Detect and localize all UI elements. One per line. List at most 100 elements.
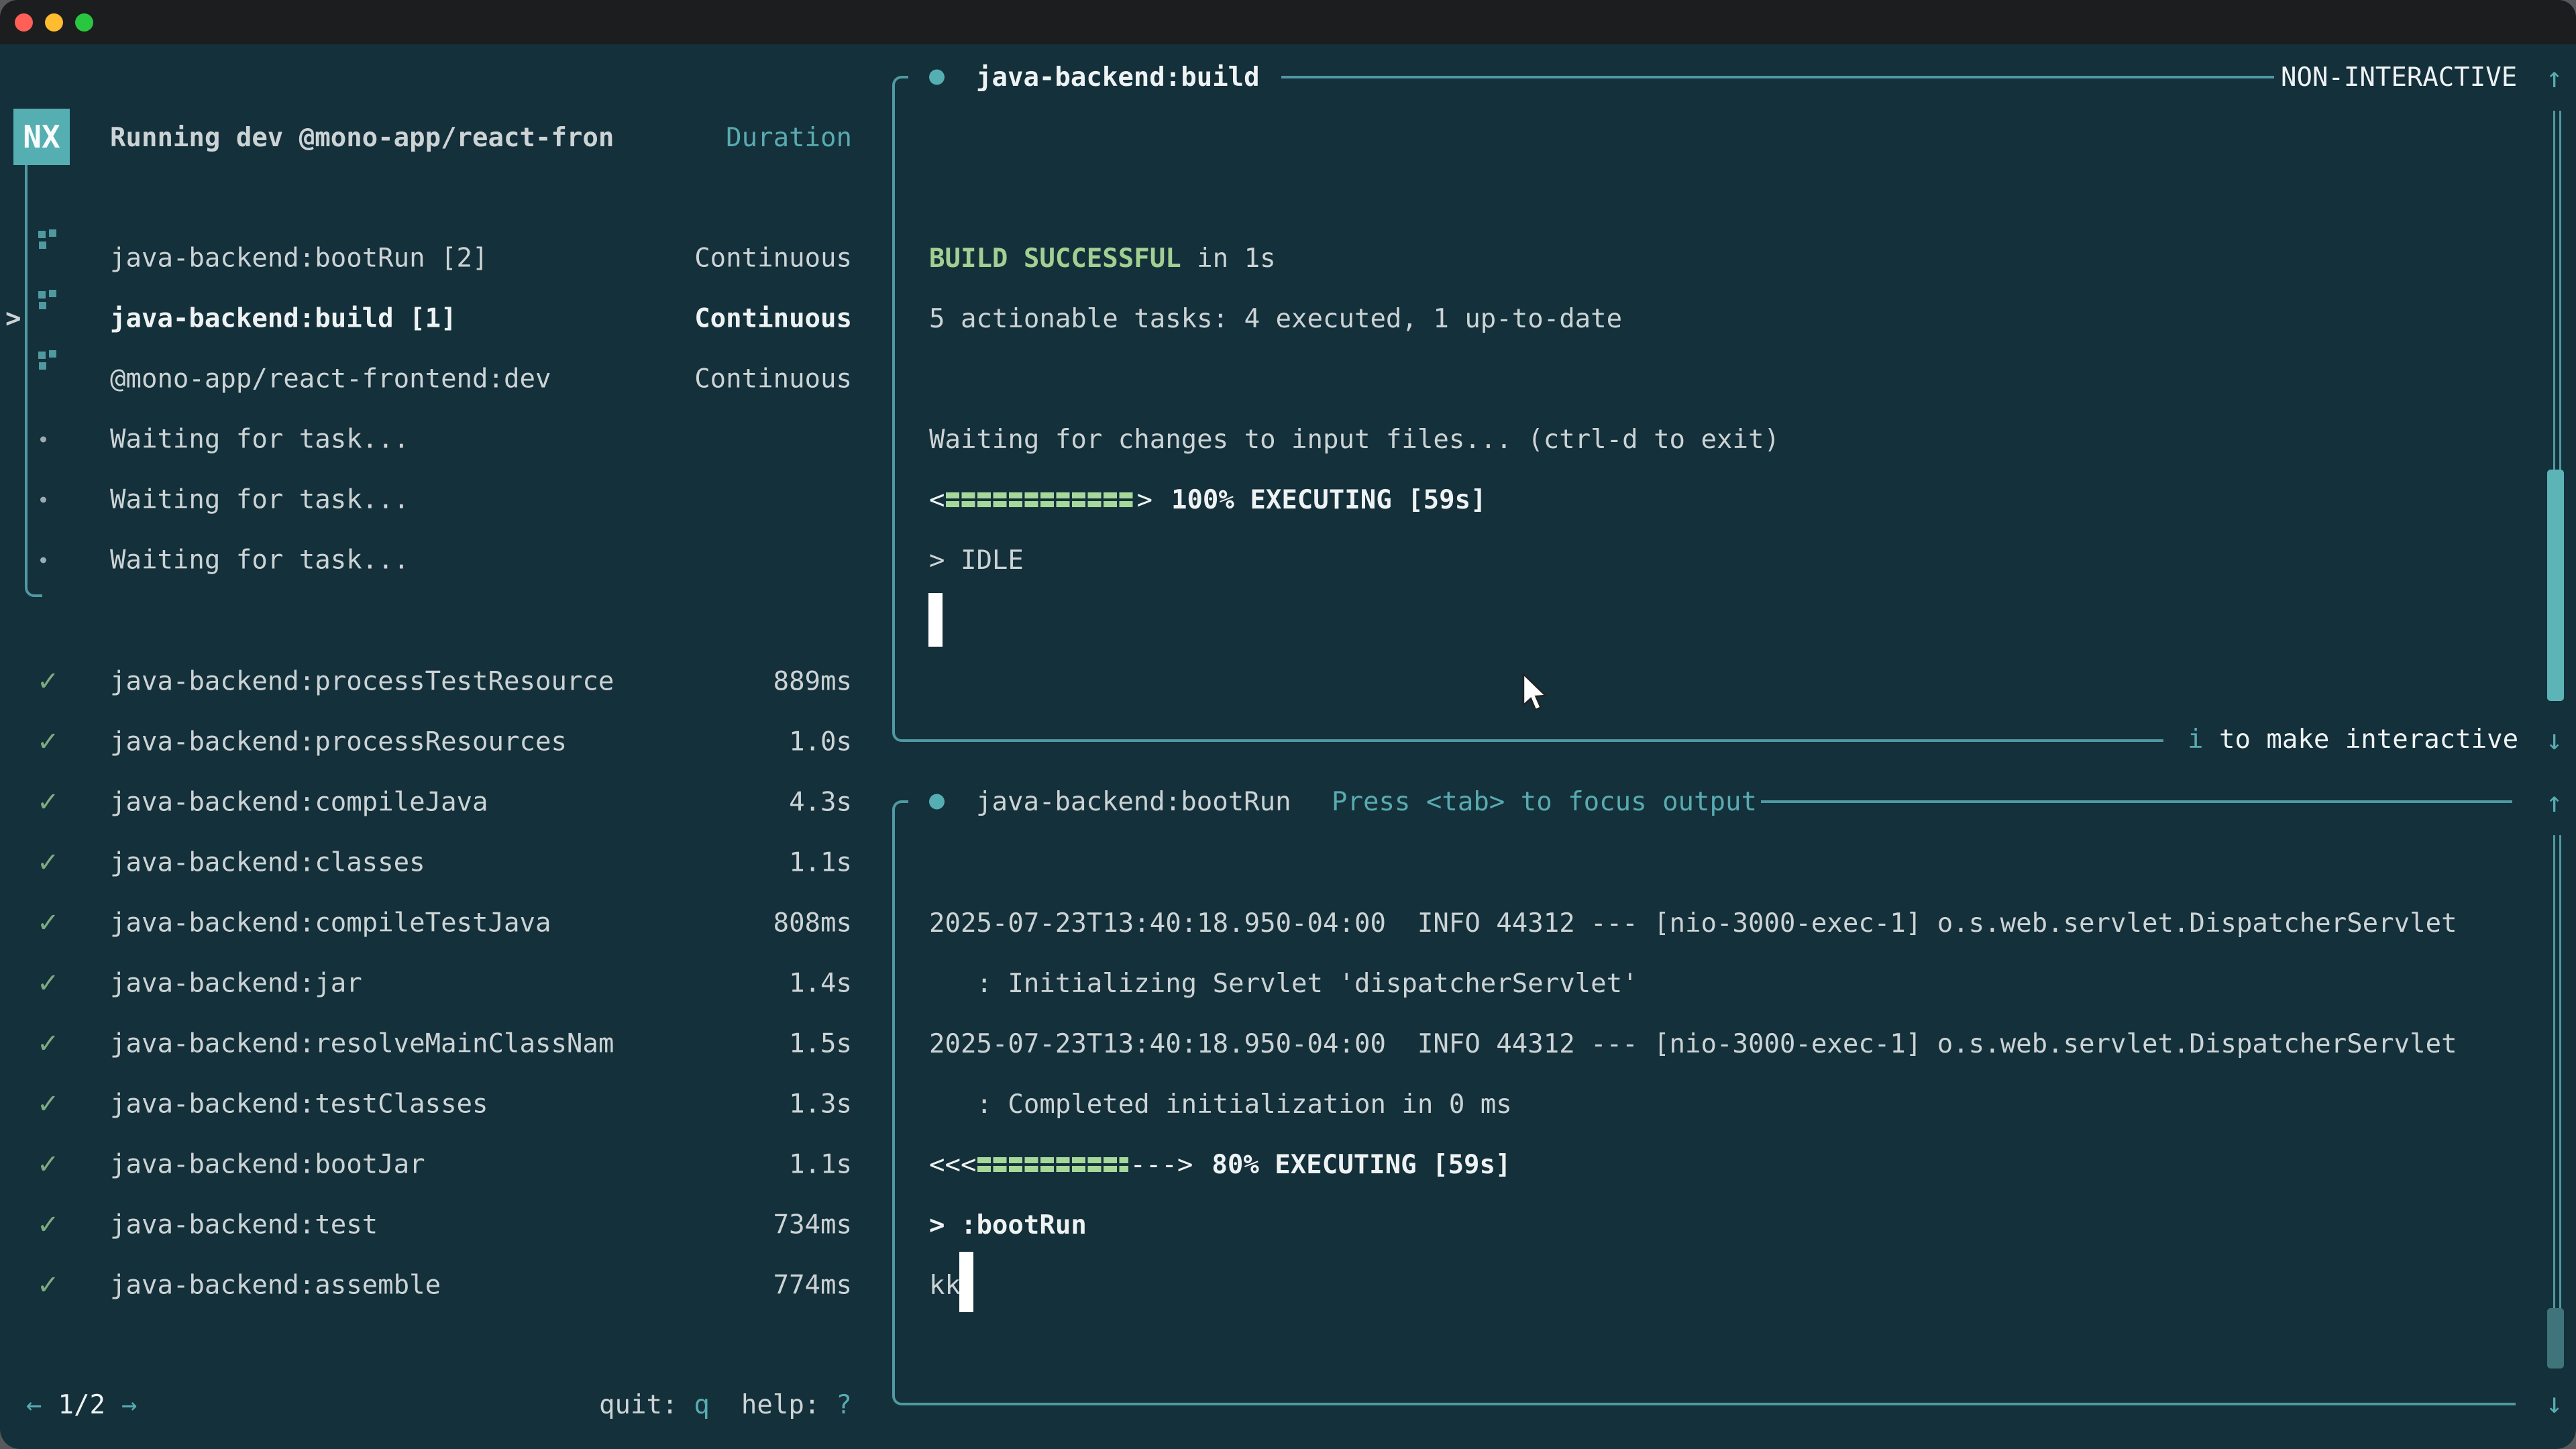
build-scroll-down[interactable]: ↓ <box>2546 709 2563 769</box>
page-next-icon[interactable]: → <box>121 1390 137 1420</box>
task-duration: 889ms <box>773 667 852 697</box>
terminal-window: NX Running dev @mono-app/react-fron Dura… <box>0 0 2576 1449</box>
spinner-icon <box>38 231 46 238</box>
scroll-up-icon[interactable]: ↑ <box>2546 61 2563 94</box>
log-text: 2025-07-23T13:40:18.950-04:00 INFO 44312… <box>929 1029 2457 1059</box>
progress-close-bracket: > <box>1136 485 1152 515</box>
progress-close-bracket: ---> <box>1130 1150 1193 1180</box>
title-bar <box>0 0 2576 44</box>
task-name: java-backend:bootJar <box>110 1150 425 1180</box>
check-icon: ✓ <box>37 1149 60 1180</box>
task-row-selected[interactable]: > java-backend:build [1] Continuous <box>0 288 892 349</box>
task-row[interactable]: Waiting for task... <box>0 530 892 590</box>
task-name: @mono-app/react-frontend:dev <box>110 364 551 394</box>
task-name: java-backend:compileTestJava <box>110 908 551 938</box>
progress-label: 80% EXECUTING [59s] <box>1212 1150 1511 1180</box>
bootrun-scrollbar-track[interactable] <box>2553 835 2561 1368</box>
log-line: : Initializing Servlet 'dispatcherServle… <box>929 953 1638 1014</box>
check-icon: ✓ <box>37 1028 60 1059</box>
task-name: java-backend:build [1] <box>110 304 457 334</box>
bootrun-scroll-down[interactable]: ↓ <box>2546 1373 2563 1433</box>
build-scrollbar-thumb[interactable] <box>2547 470 2564 701</box>
task-row[interactable]: Waiting for task... <box>0 409 892 470</box>
task-row[interactable]: ✓ java-backend:testClasses 1.3s <box>0 1074 892 1134</box>
zoom-button-icon[interactable] <box>75 13 93 32</box>
build-tasks-line: 5 actionable tasks: 4 executed, 1 up-to-… <box>929 288 1622 349</box>
task-row[interactable]: ✓ java-backend:classes 1.1s <box>0 833 892 893</box>
task-row[interactable]: java-backend:bootRun [2] Continuous <box>0 228 892 288</box>
waiting-dot-icon <box>40 437 46 443</box>
task-name: java-backend:test <box>110 1210 378 1240</box>
check-icon: ✓ <box>37 968 60 999</box>
interactive-hint: i to make interactive <box>2188 709 2518 769</box>
build-panel-title: java-backend:build <box>976 62 1260 93</box>
scroll-up-icon[interactable]: ↑ <box>2546 786 2563 818</box>
task-row[interactable]: ✓ java-backend:test 734ms <box>0 1195 892 1255</box>
task-duration: 1.4s <box>789 969 852 999</box>
build-panel-header: java-backend:build NON-INTERACTIVE ↑ <box>0 47 2576 107</box>
keyboard-hints: quit: q help: ? <box>599 1375 852 1435</box>
check-icon: ✓ <box>37 908 60 938</box>
page-indicator: 1/2 <box>58 1390 105 1420</box>
task-row[interactable]: @mono-app/react-frontend:dev Continuous <box>0 349 892 409</box>
bootrun-panel-bottom-border <box>907 1403 2516 1405</box>
progress-bar <box>977 1155 1128 1174</box>
close-button-icon[interactable] <box>15 13 33 32</box>
task-row[interactable]: ✓ java-backend:processTestResource 889ms <box>0 651 892 712</box>
bootrun-panel-border <box>892 800 908 1405</box>
task-row[interactable]: ✓ java-backend:processResources 1.0s <box>0 712 892 772</box>
progress-open-bracket: < <box>929 485 945 515</box>
help-label: help: <box>741 1390 820 1420</box>
build-waiting-line: Waiting for changes to input files... (c… <box>929 409 1780 470</box>
bootrun-scrollbar-thumb[interactable] <box>2547 1308 2564 1368</box>
task-row[interactable]: ✓ java-backend:compileTestJava 808ms <box>0 893 892 953</box>
spinner-icon <box>38 291 46 299</box>
task-status: Continuous <box>694 364 852 394</box>
task-duration: 774ms <box>773 1271 852 1301</box>
check-icon: ✓ <box>37 1270 60 1301</box>
spinner-icon <box>38 352 46 359</box>
task-name: java-backend:processResources <box>110 727 567 757</box>
task-row[interactable]: ✓ java-backend:resolveMainClassNam 1.5s <box>0 1014 892 1074</box>
log-line: 2025-07-23T13:40:18.950-04:00 INFO 44312… <box>929 1014 2457 1074</box>
sidebar-header: Running dev @mono-app/react-fron Duratio… <box>110 107 852 168</box>
log-text: 2025-07-23T13:40:18.950-04:00 INFO 44312… <box>929 908 2457 938</box>
bootrun-progress-line: <<< ---> 80% EXECUTING [59s] <box>929 1134 1511 1195</box>
non-interactive-badge: NON-INTERACTIVE <box>2281 62 2517 93</box>
running-dot-icon <box>929 794 945 810</box>
waiting-dot-icon <box>40 497 46 503</box>
hint-text: to make interactive <box>2203 724 2518 755</box>
task-status: Continuous <box>694 304 852 334</box>
task-row[interactable]: ✓ java-backend:assemble 774ms <box>0 1255 892 1316</box>
task-row[interactable]: ✓ java-backend:bootJar 1.1s <box>0 1134 892 1195</box>
task-name: java-backend:assemble <box>110 1271 441 1301</box>
log-line: 2025-07-23T13:40:18.950-04:00 INFO 44312… <box>929 893 2457 953</box>
build-time-text: in 1s <box>1181 244 1276 274</box>
task-duration: 1.3s <box>789 1089 852 1120</box>
minimize-button-icon[interactable] <box>45 13 63 32</box>
waiting-changes-text: Waiting for changes to input files... (c… <box>929 425 1780 455</box>
text-cursor <box>928 593 943 647</box>
scroll-down-icon[interactable]: ↓ <box>2546 723 2563 756</box>
task-row[interactable]: ✓ java-backend:jar 1.4s <box>0 953 892 1014</box>
task-name: java-backend:bootRun [2] <box>110 244 488 274</box>
task-row[interactable]: Waiting for task... <box>0 470 892 530</box>
bootrun-input-line[interactable]: kk <box>929 1255 961 1316</box>
task-duration: 1.0s <box>789 727 852 757</box>
scroll-down-icon[interactable]: ↓ <box>2546 1387 2563 1419</box>
task-name: java-backend:jar <box>110 969 362 999</box>
task-status: Continuous <box>694 244 852 274</box>
task-name: java-backend:resolveMainClassNam <box>110 1029 614 1059</box>
progress-open-bracket: <<< <box>929 1150 976 1180</box>
build-progress-line: < > 100% EXECUTING [59s] <box>929 470 1487 530</box>
idle-text: > IDLE <box>929 545 1024 576</box>
help-key: ? <box>836 1390 851 1420</box>
text-cursor <box>959 1252 973 1312</box>
bootrun-panel-title: java-backend:bootRun <box>976 787 1291 817</box>
log-line: : Completed initialization in 0 ms <box>929 1074 1512 1134</box>
task-name: Waiting for task... <box>110 485 409 515</box>
task-duration: 808ms <box>773 908 852 938</box>
page-prev-icon[interactable]: ← <box>26 1390 42 1420</box>
waiting-dot-icon <box>40 557 46 564</box>
selection-arrow-icon: > <box>5 304 21 334</box>
